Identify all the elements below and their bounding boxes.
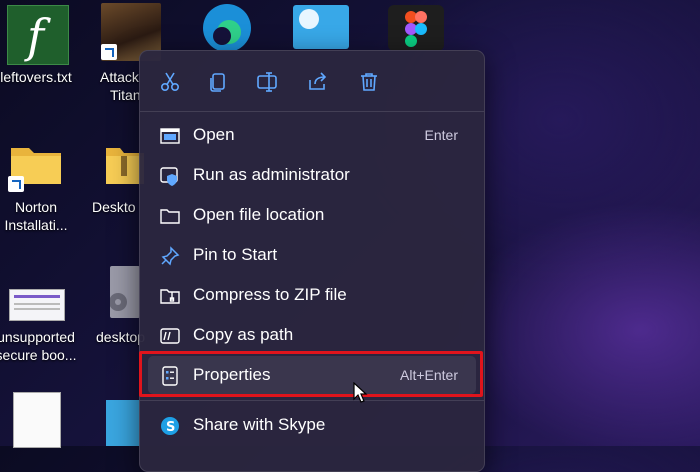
share-button[interactable]	[305, 69, 331, 95]
copy-icon	[210, 73, 225, 92]
menu-item-label: Open	[193, 125, 235, 144]
menu-item-shortcut: Enter	[424, 127, 458, 143]
menu-item-copy-as-path[interactable]: Copy as path	[148, 316, 476, 354]
menu-item-label: Run as administrator	[193, 165, 350, 184]
skype-icon: S	[161, 417, 179, 435]
svg-text:S: S	[166, 420, 175, 435]
figma-logo-icon	[405, 11, 427, 47]
rename-button[interactable]	[254, 69, 280, 95]
network-globe-icon[interactable]	[293, 5, 349, 49]
desktop-icon-norton[interactable]: Norton Installati...	[0, 198, 82, 234]
desktop-icon-label: secure boo...	[0, 347, 77, 363]
desktop-icon-label: leftovers.txt	[0, 69, 72, 85]
desktop-zip-folder-icon[interactable]	[104, 142, 144, 186]
menu-item-open[interactable]: Open Enter	[148, 116, 476, 154]
context-menu: Open Enter Run as administrator Open fil…	[139, 50, 485, 472]
desktop-ini-settings-icon[interactable]	[109, 266, 140, 318]
zip-folder-icon	[106, 148, 144, 184]
menu-item-label: Share with Skype	[193, 415, 326, 434]
menu-item-label: Compress to ZIP file	[193, 285, 347, 304]
copy-path-icon	[160, 328, 180, 344]
desktop-icon-label: Norton	[14, 199, 58, 215]
desktop-icon-label: unsupported	[0, 329, 75, 345]
gear-icon	[109, 293, 127, 311]
folder-icon	[160, 209, 180, 224]
cut-icon	[160, 72, 180, 92]
cut-button[interactable]	[157, 69, 183, 95]
toolbar-divider	[140, 111, 484, 112]
menu-item-label: Open file location	[193, 205, 325, 224]
menu-divider	[140, 400, 484, 401]
menu-item-label: Pin to Start	[193, 245, 278, 264]
menu-item-open-file-location[interactable]: Open file location	[148, 196, 476, 234]
context-menu-toolbar	[140, 51, 484, 111]
text-document-thumb[interactable]	[13, 392, 61, 448]
unsupported-image-thumb[interactable]	[9, 289, 65, 321]
open-window-icon	[160, 128, 180, 144]
shortcut-arrow-icon	[8, 176, 24, 192]
menu-item-label: Copy as path	[193, 325, 294, 344]
mouse-cursor-icon	[353, 382, 368, 403]
menu-item-share-with-skype[interactable]: S Share with Skype	[148, 406, 476, 444]
desktop-icon-unsupported[interactable]: unsupported secure boo...	[0, 328, 82, 364]
font-f-icon: f	[24, 9, 51, 63]
monitor-icon[interactable]	[106, 400, 140, 446]
menu-item-compress-zip[interactable]: Compress to ZIP file	[148, 276, 476, 314]
svg-text:f: f	[24, 9, 51, 63]
edge-browser-icon[interactable]	[196, 2, 258, 52]
figma-app-icon[interactable]	[388, 5, 444, 51]
properties-highlight-box	[139, 351, 483, 397]
menu-item-pin-to-start[interactable]: Pin to Start	[148, 236, 476, 274]
copy-button[interactable]	[205, 69, 231, 95]
desktop-icon-leftovers[interactable]: leftovers.txt	[0, 68, 82, 86]
desktop-icon-label: Installati...	[4, 217, 68, 233]
delete-button[interactable]	[356, 69, 382, 95]
leftovers-file-icon[interactable]: f	[7, 5, 69, 65]
share-icon	[309, 72, 327, 90]
delete-icon	[361, 73, 377, 91]
zip-folder-icon	[160, 289, 180, 304]
rename-icon	[257, 72, 277, 92]
shortcut-arrow-icon	[101, 44, 117, 60]
menu-item-run-as-administrator[interactable]: Run as administrator	[148, 156, 476, 194]
pin-icon	[161, 246, 180, 266]
globe-icon	[299, 9, 319, 29]
shield-admin-icon	[160, 167, 178, 186]
edge-logo-icon	[203, 4, 251, 52]
